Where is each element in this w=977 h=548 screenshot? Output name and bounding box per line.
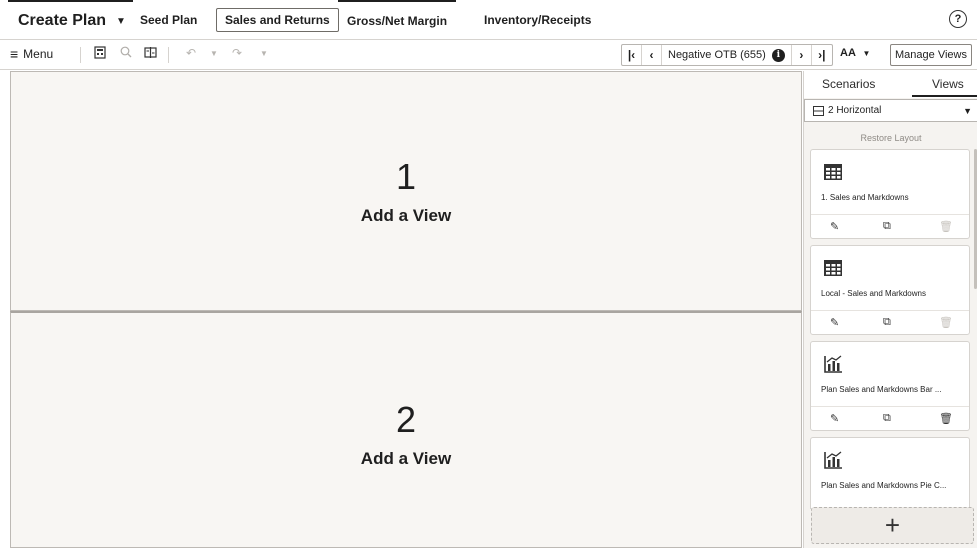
menu-button[interactable]: ≡ Menu bbox=[10, 46, 53, 62]
edit-icon[interactable]: ✎ bbox=[830, 220, 839, 233]
exception-selector[interactable]: Negative OTB (655) i bbox=[662, 45, 792, 65]
last-icon[interactable]: ›| bbox=[812, 45, 832, 65]
view-layout-area: 1 Add a View 2 Add a View bbox=[10, 71, 802, 548]
views-side-panel: Scenarios Views 2 Horizontal ▼ Restore L… bbox=[803, 71, 977, 548]
add-view-button[interactable]: + bbox=[811, 507, 974, 544]
duplicate-icon[interactable]: ⧉ bbox=[883, 412, 891, 425]
chevron-down-icon[interactable]: ▼ bbox=[260, 49, 268, 58]
view-card[interactable]: 1. Sales and Markdowns ✎ ⧉ 🗑 bbox=[810, 149, 970, 239]
view-card-actions: ✎ ⧉ 🗑 bbox=[811, 310, 969, 335]
tab-gross-net-margin[interactable]: Gross/Net Margin bbox=[338, 0, 457, 40]
top-tab-bar: Create Plan ▼ Seed Plan Sales and Return… bbox=[0, 0, 977, 40]
table-icon bbox=[824, 164, 842, 180]
tab-create-plan[interactable]: Create Plan ▼ bbox=[8, 0, 133, 40]
duplicate-icon[interactable]: ⧉ bbox=[883, 220, 891, 233]
add-view-label[interactable]: Add a View bbox=[11, 206, 801, 226]
info-icon[interactable]: i bbox=[771, 48, 785, 62]
add-view-label[interactable]: Add a View bbox=[11, 449, 801, 469]
chevron-down-icon[interactable]: ▼ bbox=[116, 16, 126, 27]
layout-select[interactable]: 2 Horizontal ▼ bbox=[804, 99, 977, 122]
view-pane-1[interactable]: 1 Add a View bbox=[10, 71, 802, 311]
chevron-down-icon: ▼ bbox=[963, 105, 972, 116]
help-icon[interactable]: ? bbox=[949, 10, 967, 28]
view-card-actions: ✎ ⧉ 🗑 bbox=[811, 406, 969, 431]
view-card[interactable]: Plan Sales and Markdowns Bar ... ✎ ⧉ 🗑 bbox=[810, 341, 970, 431]
horizontal-split-icon bbox=[813, 105, 824, 116]
tab-inventory-receipts-label: Inventory/Receipts bbox=[484, 13, 592, 27]
bar-chart-icon bbox=[824, 355, 842, 373]
layout-select-value: 2 Horizontal bbox=[828, 105, 882, 116]
toolbar-divider bbox=[80, 47, 81, 63]
split-view-icon[interactable] bbox=[144, 46, 157, 62]
manage-views-button[interactable]: Manage Views bbox=[890, 44, 972, 66]
view-card-title: Plan Sales and Markdowns Bar ... bbox=[821, 385, 942, 394]
menu-label: Menu bbox=[23, 47, 54, 61]
previous-icon[interactable]: ‹ bbox=[642, 45, 662, 65]
tab-views[interactable]: Views bbox=[932, 77, 964, 91]
chevron-down-icon: ▼ bbox=[862, 49, 871, 58]
restore-layout-button[interactable]: Restore Layout bbox=[804, 133, 977, 143]
view-card-title: Plan Sales and Markdowns Pie C... bbox=[821, 481, 947, 490]
tab-sales-and-returns-label: Sales and Returns bbox=[216, 8, 339, 32]
table-icon bbox=[824, 260, 842, 276]
tab-seed-plan[interactable]: Seed Plan bbox=[140, 0, 197, 40]
toolbar: ≡ Menu ↶ ▼ ↷ ▼ |‹ ‹ Negative OTB (655) i… bbox=[0, 41, 977, 70]
hamburger-icon: ≡ bbox=[10, 46, 19, 62]
tab-inventory-receipts[interactable]: Inventory/Receipts bbox=[484, 0, 591, 40]
first-icon[interactable]: |‹ bbox=[622, 45, 642, 65]
view-card-title: 1. Sales and Markdowns bbox=[821, 193, 909, 202]
tab-create-plan-label: Create Plan bbox=[18, 12, 107, 29]
undo-icon[interactable]: ↶ bbox=[186, 46, 196, 60]
font-size-label: AA bbox=[840, 47, 856, 59]
font-size-button[interactable]: AA ▼ bbox=[840, 47, 870, 59]
selected-tab-indicator bbox=[912, 95, 977, 97]
tab-gross-net-margin-label: Gross/Net Margin bbox=[347, 14, 448, 28]
search-icon[interactable] bbox=[120, 46, 132, 62]
duplicate-icon[interactable]: ⧉ bbox=[883, 316, 891, 329]
bar-chart-icon bbox=[824, 451, 842, 469]
delete-icon[interactable]: 🗑 bbox=[939, 412, 953, 425]
side-panel-tabs: Scenarios Views bbox=[804, 71, 977, 98]
tab-scenarios[interactable]: Scenarios bbox=[822, 77, 875, 91]
toolbar-divider bbox=[168, 47, 169, 63]
redo-icon[interactable]: ↷ bbox=[232, 46, 242, 60]
tab-sales-and-returns[interactable]: Sales and Returns bbox=[216, 0, 339, 40]
exception-navigator: |‹ ‹ Negative OTB (655) i › ›| bbox=[621, 44, 833, 66]
view-card-list: 1. Sales and Markdowns ✎ ⧉ 🗑 Local - Sal… bbox=[804, 149, 977, 509]
pane-number: 1 bbox=[395, 156, 417, 197]
pane-number: 2 bbox=[395, 399, 417, 440]
tab-seed-plan-label: Seed Plan bbox=[140, 13, 198, 27]
view-card-title: Local - Sales and Markdowns bbox=[821, 289, 926, 298]
view-card[interactable]: Plan Sales and Markdowns Pie C... bbox=[810, 437, 970, 509]
exception-label: Negative OTB (655) bbox=[668, 49, 766, 61]
next-icon[interactable]: › bbox=[792, 45, 812, 65]
edit-icon[interactable]: ✎ bbox=[830, 316, 839, 329]
edit-icon[interactable]: ✎ bbox=[830, 412, 839, 425]
delete-icon[interactable]: 🗑 bbox=[939, 316, 953, 329]
view-card[interactable]: Local - Sales and Markdowns ✎ ⧉ 🗑 bbox=[810, 245, 970, 335]
view-pane-2[interactable]: 2 Add a View bbox=[10, 311, 802, 548]
view-card-actions: ✎ ⧉ 🗑 bbox=[811, 214, 969, 239]
chevron-down-icon[interactable]: ▼ bbox=[210, 49, 218, 58]
delete-icon[interactable]: 🗑 bbox=[939, 220, 953, 233]
calculator-icon[interactable] bbox=[94, 46, 106, 62]
